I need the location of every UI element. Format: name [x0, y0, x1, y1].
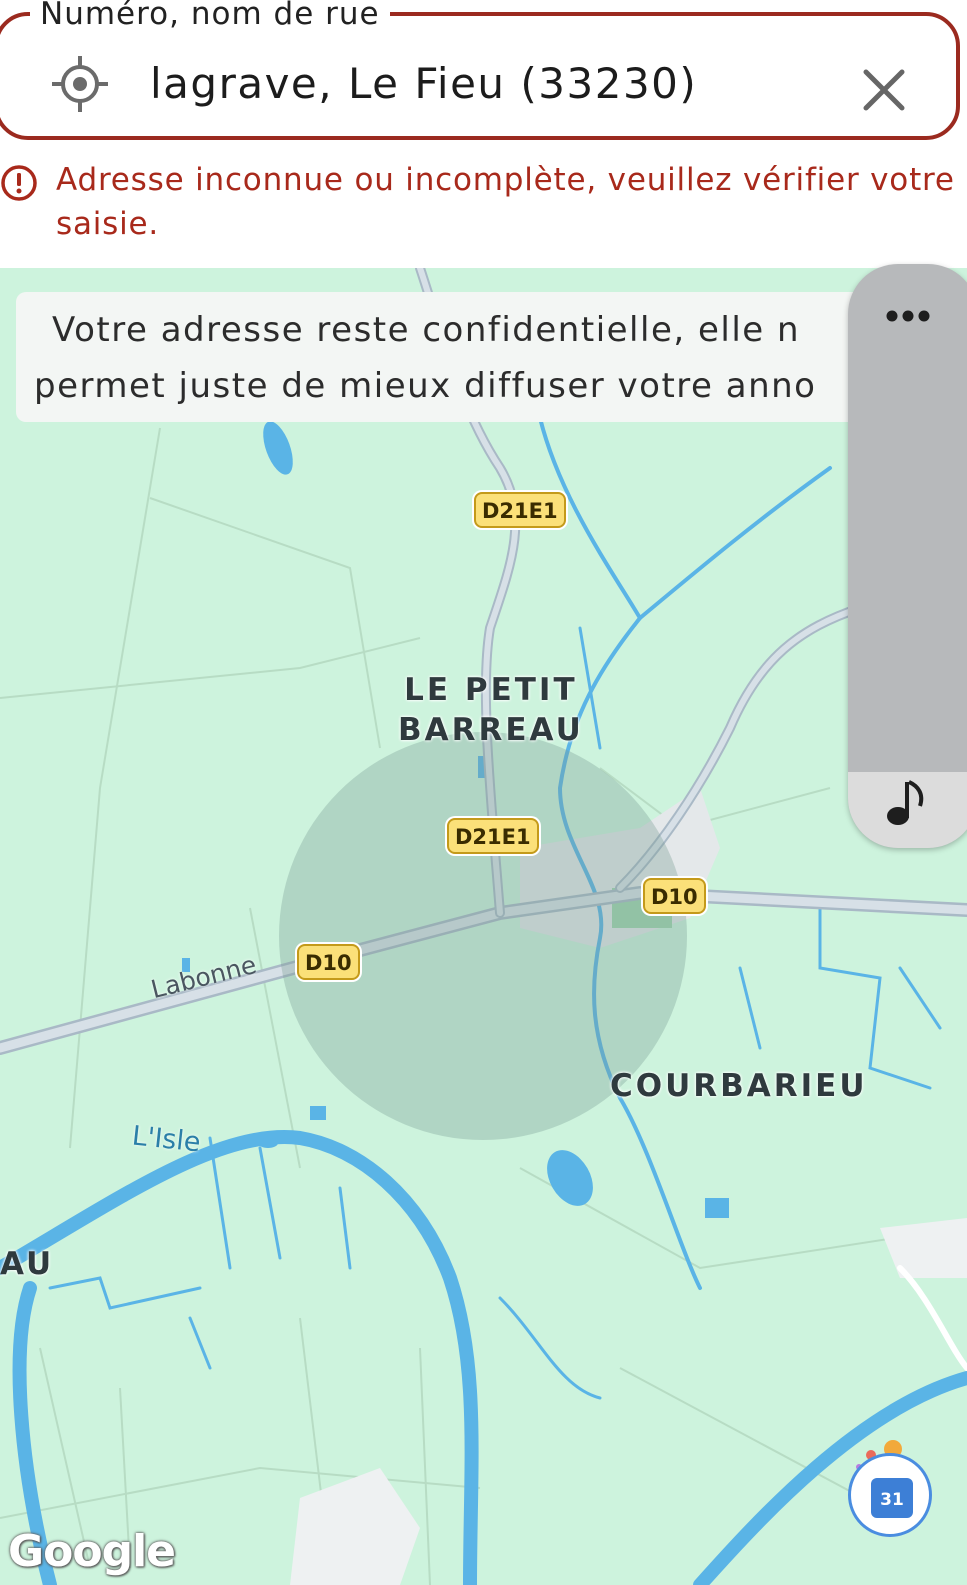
- error-message: Adresse inconnue ou incomplète, veuillez…: [56, 162, 955, 242]
- road-shield-d10: D10: [297, 944, 360, 980]
- close-icon: [863, 69, 905, 111]
- road-shield-d10: D10: [643, 878, 706, 914]
- calendar-day: 31: [880, 1490, 904, 1510]
- place-label-au: AU: [0, 1246, 55, 1282]
- address-field-label: Numéro, nom de rue: [30, 0, 390, 34]
- privacy-notice-line-2: permet juste de mieux diffuser votre ann…: [34, 366, 817, 406]
- calendar-button[interactable]: 31: [848, 1453, 932, 1537]
- google-logo: Google: [8, 1526, 176, 1577]
- privacy-notice-line-1: Votre adresse reste confidentielle, elle…: [52, 310, 801, 350]
- road-shield-d21e1: D21E1: [447, 818, 539, 854]
- privacy-notice: Votre adresse reste confidentielle, elle…: [16, 292, 866, 422]
- map-canvas[interactable]: [0, 268, 967, 1585]
- more-horizontal-icon[interactable]: [872, 294, 942, 334]
- calendar-icon: 31: [871, 1478, 913, 1518]
- road-shield-d21e1: D21E1: [474, 492, 566, 528]
- place-label-le-petit-barreau: LE PETIT BARREAU: [398, 672, 584, 748]
- locate-icon[interactable]: [50, 54, 110, 114]
- map-view[interactable]: Votre adresse reste confidentielle, elle…: [0, 268, 967, 1585]
- address-input[interactable]: lagrave, Le Fieu (33230): [150, 56, 697, 112]
- place-label-courbarieu: COURBARIEU: [610, 1068, 868, 1104]
- error-icon: [1, 165, 37, 201]
- music-note-icon: [887, 780, 924, 825]
- clear-button[interactable]: [856, 62, 912, 118]
- music-button[interactable]: [848, 772, 967, 848]
- address-field[interactable]: Numéro, nom de rue lagrave, Le Fieu (332…: [0, 0, 960, 140]
- floating-side-panel[interactable]: [848, 264, 967, 848]
